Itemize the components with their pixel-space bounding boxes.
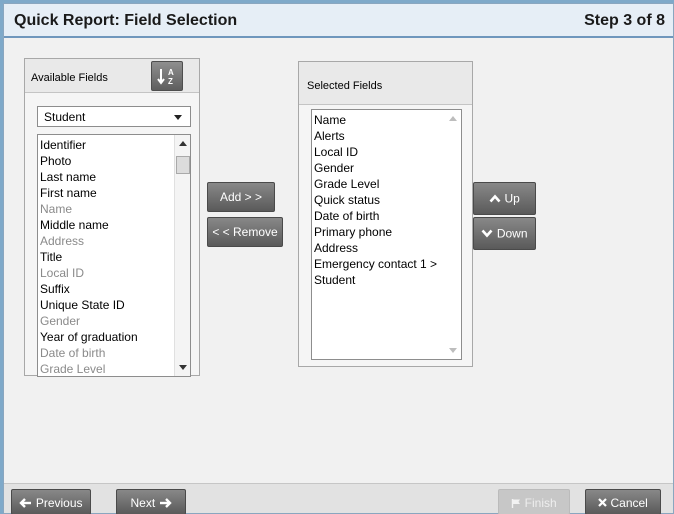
selected-fields-list[interactable]: Name Alerts Local ID Gender Grade Level Quick…: [311, 109, 462, 360]
scroll-down-icon[interactable]: [449, 348, 457, 353]
next-button[interactable]: Next: [116, 489, 186, 514]
available-field-item[interactable]: Identifier: [40, 137, 138, 153]
quick-report-window: Quick Report: Field Selection Step 3 of …: [3, 3, 674, 514]
selected-field-item[interactable]: Primary phone: [314, 224, 437, 240]
chevron-down-icon: [174, 115, 182, 120]
add-button[interactable]: Add > >: [207, 182, 275, 212]
available-field-item[interactable]: Local ID: [40, 265, 138, 281]
selected-list-scrollbar[interactable]: [445, 110, 461, 359]
page-title: Quick Report: Field Selection: [14, 12, 238, 29]
move-up-button[interactable]: Up: [473, 182, 536, 215]
close-icon: [598, 498, 607, 508]
sort-az-icon: A Z: [157, 68, 174, 86]
selected-field-item[interactable]: Quick status: [314, 192, 437, 208]
cancel-label: Cancel: [610, 495, 648, 510]
selected-field-item[interactable]: Local ID: [314, 144, 437, 160]
available-field-item[interactable]: Name: [40, 201, 138, 217]
next-label: Next: [130, 495, 156, 510]
chevron-up-icon: [489, 194, 501, 203]
selected-field-item[interactable]: Grade Level: [314, 176, 437, 192]
sort-az-button[interactable]: A Z: [151, 61, 183, 91]
available-field-item[interactable]: Unique State ID: [40, 297, 138, 313]
cancel-button[interactable]: Cancel: [585, 489, 661, 514]
available-field-item[interactable]: Photo: [40, 153, 138, 169]
available-field-item[interactable]: Title: [40, 249, 138, 265]
field-category-value: Student: [44, 110, 86, 124]
selected-fields-panel: Selected Fields Name Alerts Local ID Gender…: [298, 61, 473, 367]
available-field-item[interactable]: Grade Level: [40, 361, 138, 376]
available-fields-panel: Available Fields A Z Student Identifier P…: [24, 58, 200, 377]
flag-icon: [512, 498, 521, 508]
arrow-right-icon: [159, 497, 172, 508]
selected-field-item[interactable]: Student: [314, 272, 437, 288]
selected-field-item[interactable]: Name: [314, 112, 437, 128]
available-field-item[interactable]: First name: [40, 185, 138, 201]
selected-field-item[interactable]: Emergency contact 1 >: [314, 256, 437, 272]
selected-fields-header: Selected Fields: [299, 62, 472, 105]
remove-button-label: < < Remove: [212, 225, 278, 239]
previous-label: Previous: [35, 495, 83, 510]
move-up-label: Up: [504, 191, 520, 206]
arrow-left-icon: [19, 497, 32, 508]
add-button-label: Add > >: [219, 190, 263, 204]
svg-text:A: A: [168, 68, 174, 77]
finish-button[interactable]: Finish: [498, 489, 570, 514]
step-indicator: Step 3 of 8: [584, 12, 665, 29]
move-down-label: Down: [496, 226, 528, 241]
scroll-up-icon[interactable]: [449, 116, 457, 121]
available-field-item[interactable]: Date of birth: [40, 345, 138, 361]
available-fields-label: Available Fields: [31, 72, 108, 84]
svg-text:Z: Z: [168, 77, 173, 86]
chevron-down-icon: [482, 229, 493, 238]
selected-field-item[interactable]: Gender: [314, 160, 437, 176]
available-fields-list[interactable]: Identifier Photo Last name First name Name Mi…: [37, 134, 191, 377]
available-field-item[interactable]: Last name: [40, 169, 138, 185]
available-field-item[interactable]: Middle name: [40, 217, 138, 233]
field-category-select[interactable]: Student: [37, 106, 191, 127]
move-down-button[interactable]: Down: [473, 217, 536, 250]
scroll-down-icon[interactable]: [179, 365, 187, 370]
available-list-scrollbar[interactable]: [174, 135, 190, 376]
title-bar: Quick Report: Field Selection Step 3 of …: [4, 4, 673, 38]
finish-label: Finish: [524, 495, 557, 510]
available-field-item[interactable]: Address: [40, 233, 138, 249]
available-field-item[interactable]: Suffix: [40, 281, 138, 297]
selected-field-item[interactable]: Date of birth: [314, 208, 437, 224]
available-field-item[interactable]: Year of graduation: [40, 329, 138, 345]
remove-button[interactable]: < < Remove: [207, 217, 283, 247]
wizard-footer: Previous Next Finish Cancel: [4, 483, 673, 514]
previous-button[interactable]: Previous: [11, 489, 91, 514]
selected-fields-label: Selected Fields: [307, 80, 383, 92]
selected-field-item[interactable]: Alerts: [314, 128, 437, 144]
scroll-up-icon[interactable]: [179, 141, 187, 146]
scroll-thumb[interactable]: [176, 156, 190, 174]
available-fields-header: Available Fields A Z: [25, 59, 199, 93]
selected-field-item[interactable]: Address: [314, 240, 437, 256]
available-field-item[interactable]: Gender: [40, 313, 138, 329]
